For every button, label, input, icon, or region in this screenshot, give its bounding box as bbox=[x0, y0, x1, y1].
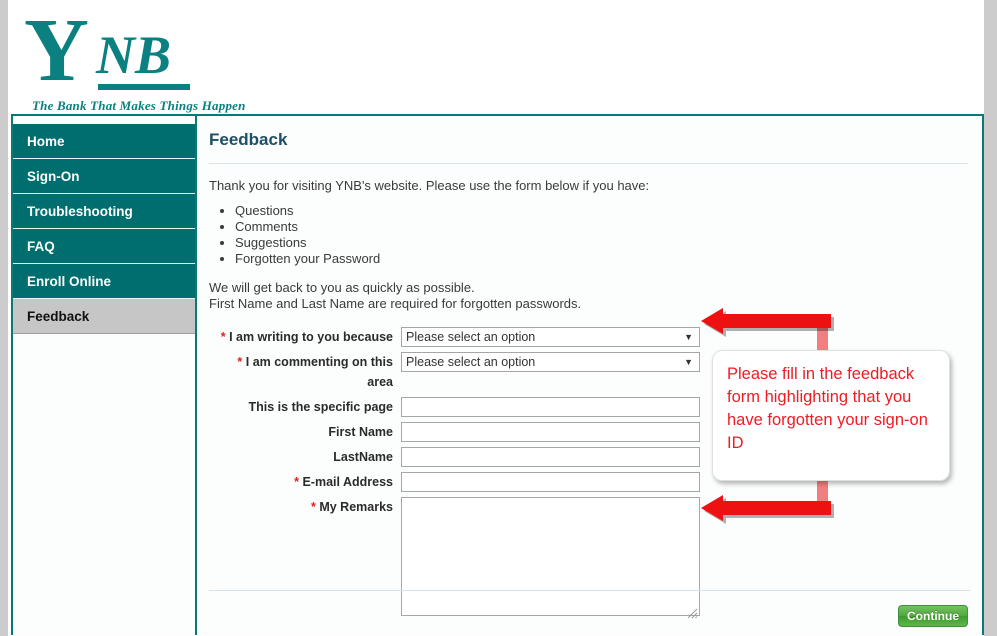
form-row-writing-reason: * I am writing to you because Please sel… bbox=[209, 327, 968, 347]
sidebar-item-label: Sign-On bbox=[27, 168, 80, 184]
site-header: Y NB The Bank That Makes Things Happen bbox=[8, 0, 984, 114]
form-row-remarks: * My Remarks bbox=[209, 497, 968, 621]
sidebar-item-faq[interactable]: FAQ bbox=[13, 229, 195, 264]
logo-letter-y: Y bbox=[24, 1, 89, 100]
feedback-form: * I am writing to you because Please sel… bbox=[209, 327, 968, 621]
required-marker: * bbox=[220, 330, 226, 344]
intro-text: Thank you for visiting YNB's website. Pl… bbox=[209, 178, 650, 193]
label-text: E-mail Address bbox=[302, 475, 393, 489]
form-row-comment-area: * I am commenting on this area Please se… bbox=[209, 352, 968, 392]
logo-mark: Y NB bbox=[18, 6, 198, 96]
email-input[interactable] bbox=[401, 472, 700, 492]
label-text: I am writing to you because bbox=[229, 330, 393, 344]
logo-letters-nb: NB bbox=[96, 25, 172, 85]
sidebar-item-label: Enroll Online bbox=[27, 273, 112, 289]
footer-divider bbox=[209, 590, 970, 591]
logo-tagline: The Bank That Makes Things Happen bbox=[32, 98, 246, 113]
sidebar-item-label: Home bbox=[27, 133, 65, 149]
reasons-list: Questions Comments Suggestions Forgotten… bbox=[209, 203, 968, 266]
label-text: My Remarks bbox=[319, 500, 393, 514]
remarks-wrap bbox=[401, 497, 700, 621]
list-item: Comments bbox=[235, 219, 968, 234]
left-gutter bbox=[0, 0, 8, 636]
select-comment-area[interactable]: Please select an option bbox=[401, 352, 700, 372]
list-item: Forgotten your Password bbox=[235, 251, 968, 266]
specific-page-input[interactable] bbox=[401, 397, 700, 417]
last-name-input[interactable] bbox=[401, 447, 700, 467]
sidebar-item-sign-on[interactable]: Sign-On bbox=[13, 159, 195, 194]
label-remarks: * My Remarks bbox=[209, 497, 401, 517]
label-text: LastName bbox=[333, 450, 393, 464]
list-item: Questions bbox=[235, 203, 968, 218]
form-row-first-name: First Name bbox=[209, 422, 968, 442]
closing-text: We will get back to you as quickly as po… bbox=[209, 280, 968, 312]
sidebar-item-enroll-online[interactable]: Enroll Online bbox=[13, 264, 195, 299]
logo-underline bbox=[98, 84, 190, 90]
label-comment-area: * I am commenting on this area bbox=[209, 352, 401, 392]
sidebar-nav: Home Sign-On Troubleshooting FAQ Enroll … bbox=[13, 116, 195, 635]
label-text: This is the specific page bbox=[248, 400, 394, 414]
continue-button[interactable]: Continue bbox=[898, 605, 968, 627]
form-row-email: * E-mail Address bbox=[209, 472, 968, 492]
page-title: Feedback bbox=[209, 130, 288, 149]
label-email: * E-mail Address bbox=[209, 472, 401, 492]
required-marker: * bbox=[294, 475, 299, 489]
closing-line-1: We will get back to you as quickly as po… bbox=[209, 280, 475, 295]
sidebar-item-label: FAQ bbox=[27, 238, 55, 254]
label-text: I am commenting on this area bbox=[245, 355, 393, 389]
form-row-specific-page: This is the specific page bbox=[209, 397, 968, 417]
select-wrap-writing-reason: Please select an option ▼ bbox=[401, 327, 700, 347]
label-specific-page: This is the specific page bbox=[209, 397, 401, 417]
sidebar-item-home[interactable]: Home bbox=[13, 124, 195, 159]
sidebar-item-feedback[interactable]: Feedback bbox=[13, 299, 195, 334]
label-last-name: LastName bbox=[209, 447, 401, 467]
main-panel: Feedback Thank you for visiting YNB's we… bbox=[195, 116, 982, 635]
site-logo[interactable]: Y NB The Bank That Makes Things Happen bbox=[18, 6, 245, 114]
label-first-name: First Name bbox=[209, 422, 401, 442]
select-wrap-comment-area: Please select an option ▼ bbox=[401, 352, 700, 372]
page-root: Y NB The Bank That Makes Things Happen H… bbox=[0, 0, 997, 636]
right-gutter bbox=[984, 0, 997, 636]
form-row-last-name: LastName bbox=[209, 447, 968, 467]
label-text: First Name bbox=[328, 425, 393, 439]
sidebar-item-troubleshooting[interactable]: Troubleshooting bbox=[13, 194, 195, 229]
list-item: Suggestions bbox=[235, 235, 968, 250]
content-box: Home Sign-On Troubleshooting FAQ Enroll … bbox=[11, 114, 984, 635]
sidebar-item-label: Feedback bbox=[27, 308, 90, 324]
remarks-textarea[interactable] bbox=[401, 497, 700, 616]
sidebar-item-label: Troubleshooting bbox=[27, 203, 133, 219]
closing-line-2: First Name and Last Name are required fo… bbox=[209, 296, 582, 311]
label-writing-reason: * I am writing to you because bbox=[209, 327, 401, 347]
first-name-input[interactable] bbox=[401, 422, 700, 442]
required-marker: * bbox=[310, 500, 316, 514]
title-divider bbox=[209, 163, 968, 164]
required-marker: * bbox=[237, 355, 243, 369]
select-writing-reason[interactable]: Please select an option bbox=[401, 327, 700, 347]
